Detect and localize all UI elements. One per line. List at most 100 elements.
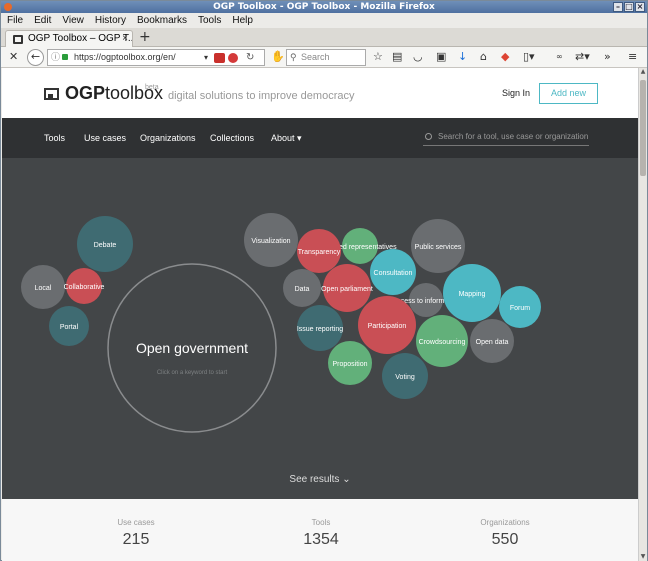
download-icon[interactable]: ↓ (458, 50, 467, 64)
nav-about[interactable]: About ▾ (271, 133, 302, 144)
back-button[interactable]: ← (27, 49, 44, 66)
keyword-bubble-issue-reporting[interactable]: Issue reporting (297, 305, 343, 351)
reading-list-icon[interactable]: ▤ (392, 50, 402, 64)
title-bar: OGP Toolbox - OGP Toolbox - Mozilla Fire… (1, 1, 647, 13)
keyword-bubble-collaborative[interactable]: Collaborative (64, 268, 105, 304)
keyword-bubble-open-data[interactable]: Open data (470, 319, 514, 363)
scroll-up-icon[interactable]: ▲ (639, 68, 647, 77)
bubble-label: Transparency (298, 249, 341, 256)
translate-icon[interactable]: ⇄▾ (575, 50, 590, 64)
keyword-bubble-voting[interactable]: Voting (382, 353, 428, 399)
menu-bookmarks[interactable]: Bookmarks (131, 13, 192, 28)
hamburger-menu-icon[interactable]: ≡ (628, 50, 637, 64)
tools-x-icon[interactable]: ✕ (9, 50, 18, 64)
addon-stop-icon[interactable] (228, 53, 238, 63)
new-tab-button[interactable]: + (139, 29, 151, 45)
keyword-bubble-participation[interactable]: Participation (358, 296, 416, 354)
screenshot-icon[interactable]: ▣ (436, 50, 446, 64)
keyword-bubble-public-services[interactable]: Public services (411, 219, 465, 273)
device-icon[interactable]: ▯▾ (523, 50, 535, 64)
scroll-down-icon[interactable]: ▼ (639, 553, 647, 561)
bubble-label: Mapping (459, 291, 486, 298)
keyword-bubble-open-parliament[interactable]: Open parliament (321, 264, 373, 312)
nav-collections[interactable]: Collections (210, 133, 254, 143)
keyword-bubble-mapping[interactable]: Mapping (443, 264, 501, 322)
window-title: OGP Toolbox - OGP Toolbox - Mozilla Fire… (213, 2, 435, 12)
tab-close-button[interactable]: × (122, 31, 128, 47)
center-title: Open government (136, 340, 248, 356)
tool-search-input[interactable]: Search for a tool, use case or organizat… (423, 130, 589, 146)
scroll-thumb[interactable] (640, 80, 646, 176)
keyword-bubble-data[interactable]: Data (283, 269, 321, 307)
bubble-label: Proposition (332, 361, 367, 368)
extension-icon[interactable]: ✋ (271, 50, 285, 64)
keyword-bubble-portal[interactable]: Portal (49, 306, 89, 346)
bubble-label: Collaborative (64, 284, 105, 291)
logo-icon[interactable] (44, 88, 59, 100)
url-dropdown-icon[interactable]: ▾ (204, 50, 208, 65)
tab-title: OGP Toolbox – OGP T... (28, 33, 133, 44)
tab-ogp-toolbox[interactable]: OGP Toolbox – OGP T... × (5, 30, 133, 47)
stat-value: 1354 (303, 531, 339, 548)
overflow-button[interactable]: » (604, 50, 611, 64)
bubble-label: Issue reporting (297, 326, 343, 333)
keyword-bubble-crowdsourcing[interactable]: Crowdsourcing (416, 315, 468, 367)
bubble-chart: Open government Click on a keyword to st… (21, 213, 541, 433)
menu-tools[interactable]: Tools (192, 13, 226, 28)
close-window-button[interactable]: × (635, 2, 645, 12)
bubble-label: Crowdsourcing (419, 339, 466, 346)
keyword-bubble-transparency[interactable]: Transparency (297, 229, 341, 273)
bubble-label: Participation (368, 323, 407, 330)
tool-search-placeholder: Search for a tool, use case or organizat… (438, 132, 589, 141)
color-addon-icon[interactable]: ◆ (501, 50, 509, 64)
keyword-bubble-local[interactable]: Local (21, 265, 65, 309)
keyword-bubble-consultation[interactable]: Consultation (370, 249, 416, 295)
bubble-label: Consultation (374, 270, 413, 277)
mid-addon-icon[interactable]: ∞ (556, 50, 563, 64)
keyword-bubble-visualization[interactable]: Visualization (244, 213, 298, 267)
browser-window: OGP Toolbox - OGP Toolbox - Mozilla Fire… (0, 0, 648, 561)
main-nav: Tools Use cases Organizations Collection… (2, 118, 638, 158)
nav-organizations[interactable]: Organizations (140, 133, 196, 143)
keyword-bubble-debate[interactable]: Debate (77, 216, 133, 272)
minimize-button[interactable]: – (613, 2, 623, 12)
maximize-button[interactable]: □ (624, 2, 634, 12)
stat-value: 215 (122, 531, 150, 548)
bubble-label: Public services (415, 244, 462, 251)
bubble-label: Debate (94, 242, 117, 249)
nav-use-cases[interactable]: Use cases (84, 133, 126, 143)
menu-view[interactable]: View (56, 13, 89, 28)
firefox-icon (4, 3, 12, 11)
add-new-button[interactable]: Add new (539, 83, 598, 104)
nav-tools[interactable]: Tools (44, 133, 65, 143)
search-input[interactable]: Search (286, 49, 366, 66)
page-scrollbar[interactable]: ▲ ▼ (638, 68, 647, 561)
menu-edit[interactable]: Edit (28, 13, 56, 28)
pocket-icon[interactable]: ◡ (413, 50, 423, 64)
center-hint: Click on a keyword to start (157, 370, 228, 376)
url-text[interactable]: https://ogptoolbox.org/en/ (74, 50, 176, 65)
bubble-label: Visualization (251, 238, 290, 245)
addon-badge-icon[interactable] (214, 53, 225, 63)
keyword-bubble-forum[interactable]: Forum (499, 286, 541, 328)
menu-file[interactable]: File (1, 13, 28, 28)
tagline: digital solutions to improve democracy (168, 90, 355, 102)
bubble-label: Portal (60, 324, 79, 331)
bubble-label: Voting (395, 374, 415, 381)
home-icon[interactable]: ⌂ (480, 50, 487, 64)
url-bar[interactable]: ⓘ https://ogptoolbox.org/en/ ▾ ↻ (47, 49, 265, 66)
navigation-toolbar: ✕ ← ⓘ https://ogptoolbox.org/en/ ▾ ↻ ✋ S… (1, 47, 647, 68)
menu-help[interactable]: Help (226, 13, 258, 28)
stats-bar: Use cases 215 Tools 1354 Organizations 5… (2, 499, 638, 561)
stat-label: Use cases (117, 518, 155, 527)
bookmark-star-icon[interactable]: ☆ (373, 50, 383, 64)
see-results-button[interactable]: See results ⌄ (2, 474, 638, 485)
page-viewport: OGPtoolbox beta digital solutions to imp… (2, 68, 638, 561)
info-icon[interactable]: ⓘ (51, 50, 60, 65)
sign-in-link[interactable]: Sign In (502, 88, 530, 98)
keyword-bubble-proposition[interactable]: Proposition (328, 341, 372, 385)
menu-history[interactable]: History (89, 13, 131, 28)
lock-icon (62, 54, 68, 60)
beta-badge: beta (145, 84, 159, 91)
reload-icon[interactable]: ↻ (246, 50, 254, 65)
